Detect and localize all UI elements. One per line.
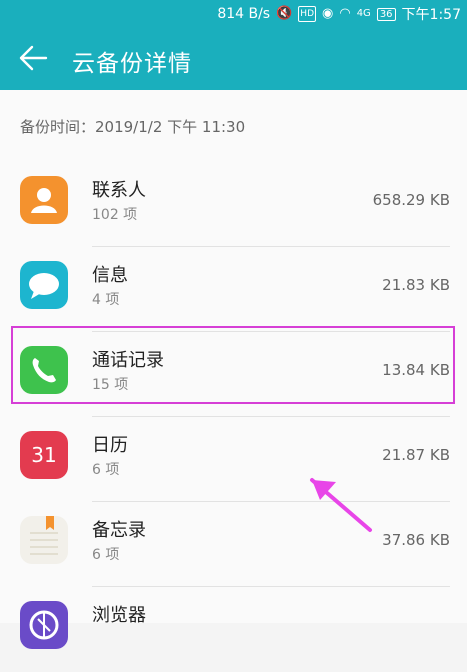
backup-item-list: 联系人 102 项 658.29 KB 信息 4 项 21.83 KB 通话记录… [0, 162, 467, 672]
messages-icon [20, 261, 68, 309]
content-area: 备份时间：2019/1/2 下午 11:30 联系人 102 项 658.29 … [0, 90, 467, 649]
back-arrow-icon[interactable] [18, 44, 48, 72]
item-count: 6 项 [92, 547, 120, 563]
contacts-icon [20, 176, 68, 224]
item-name: 联系人 [92, 180, 146, 201]
list-item-call-log[interactable]: 通话记录 15 项 13.84 KB [0, 332, 467, 417]
app-bar: 云备份详情 [0, 26, 467, 90]
list-item-browser[interactable]: 浏览器 [0, 587, 467, 672]
status-bar: 814 B/s 🔇 HD ◉ ◠ 4G 36 下午1:57 [0, 0, 467, 26]
item-name: 浏览器 [92, 605, 146, 626]
backup-time: 备份时间：2019/1/2 下午 11:30 [20, 118, 246, 136]
signal-icon: 4G [356, 8, 371, 19]
item-name: 信息 [92, 265, 128, 286]
battery-icon: 36 [376, 7, 396, 21]
item-count: 6 项 [92, 462, 120, 478]
hd-icon: HD [298, 6, 316, 22]
item-name: 备忘录 [92, 520, 146, 541]
list-item-contacts[interactable]: 联系人 102 项 658.29 KB [0, 162, 467, 247]
phone-icon [20, 346, 68, 394]
item-name: 日历 [92, 435, 128, 456]
page-title: 云备份详情 [72, 51, 192, 77]
calendar-icon-date: 31 [31, 443, 57, 467]
eye-icon: ◉ [322, 6, 334, 21]
network-speed: 814 B/s [217, 6, 271, 22]
item-count: 4 项 [92, 292, 120, 308]
list-item-calendar[interactable]: 31 日历 6 项 21.87 KB [0, 417, 467, 502]
clock: 下午1:57 [401, 7, 461, 23]
mute-icon: 🔇 [276, 6, 293, 21]
item-count: 15 项 [92, 377, 129, 393]
item-name: 通话记录 [92, 350, 164, 371]
calendar-icon: 31 [20, 431, 68, 479]
item-size: 13.84 KB [382, 361, 450, 379]
item-size: 21.87 KB [382, 446, 450, 464]
item-size: 37.86 KB [382, 531, 450, 549]
browser-icon [20, 601, 68, 649]
item-size: 21.83 KB [382, 276, 450, 294]
item-count: 102 项 [92, 207, 138, 223]
list-item-messages[interactable]: 信息 4 项 21.83 KB [0, 247, 467, 332]
notes-icon [20, 516, 68, 564]
list-item-notes[interactable]: 备忘录 6 项 37.86 KB [0, 502, 467, 587]
wifi-icon: ◠ [339, 6, 351, 21]
item-size: 658.29 KB [372, 191, 450, 209]
